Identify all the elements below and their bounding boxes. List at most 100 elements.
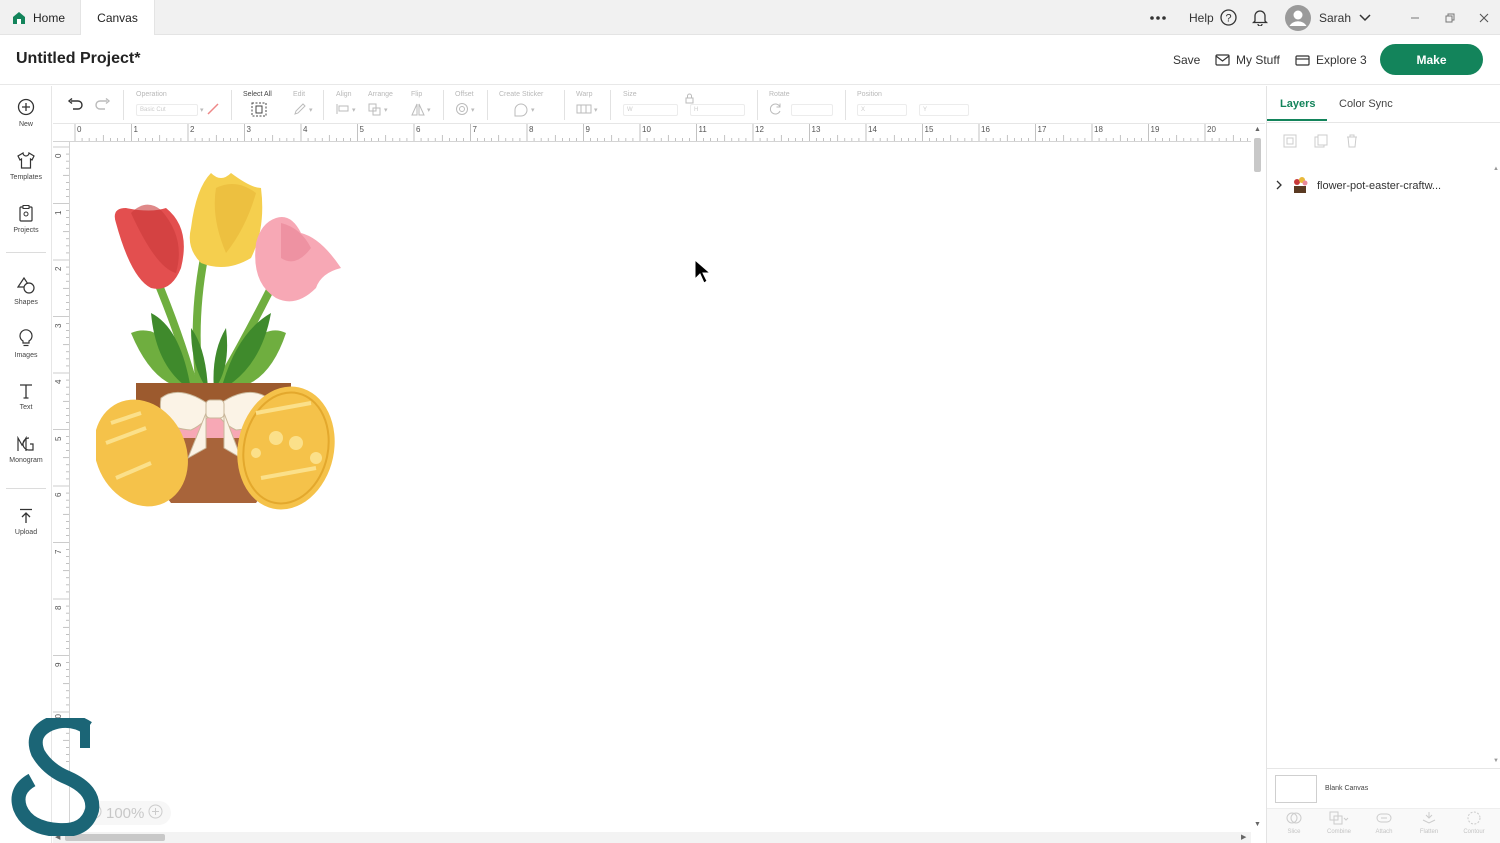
- more-options-icon[interactable]: [1149, 0, 1167, 35]
- help-label: Help: [1189, 10, 1214, 25]
- attach-button[interactable]: Attach: [1364, 811, 1404, 835]
- combine-button[interactable]: Combine: [1319, 811, 1359, 835]
- operation-select[interactable]: Basic Cut: [136, 104, 198, 116]
- ruler-label: 19: [1150, 125, 1160, 134]
- height-input[interactable]: H: [690, 104, 745, 116]
- arrange-button[interactable]: Arrange ▾: [368, 86, 404, 124]
- zoom-in-icon[interactable]: [148, 804, 163, 823]
- scroll-right-icon[interactable]: ▶: [1241, 833, 1246, 841]
- scroll-down-icon[interactable]: ▼: [1254, 821, 1261, 828]
- horizontal-ruler: 0 1 2 3 4 5 6 7 8 9 10 11 12 13 14 15 16 17 18 19 20: [53, 124, 1253, 142]
- warp-label: Warp: [576, 91, 593, 98]
- ruler-label: 4: [54, 379, 63, 384]
- bell-icon[interactable]: [1252, 0, 1268, 35]
- y-input[interactable]: Y: [919, 104, 969, 116]
- scroll-down-icon[interactable]: ▼: [1493, 758, 1499, 764]
- tab-canvas[interactable]: Canvas: [80, 0, 155, 35]
- sidebar-item-templates[interactable]: Templates: [0, 141, 52, 191]
- duplicate-icon[interactable]: [1314, 134, 1328, 153]
- mouse-cursor-icon: [694, 259, 712, 284]
- width-input[interactable]: W: [623, 104, 678, 116]
- my-stuff-label: My Stuff: [1236, 53, 1280, 67]
- tab-canvas-label: Canvas: [97, 10, 138, 25]
- scroll-up-icon[interactable]: ▲: [1493, 166, 1499, 172]
- create-sticker-label: Create Sticker: [499, 91, 544, 98]
- help-button[interactable]: Help ?: [1189, 0, 1237, 35]
- rotate-group: Rotate: [769, 86, 849, 124]
- size-group: Size W H: [623, 86, 745, 124]
- home-icon: [12, 11, 26, 25]
- shapes-icon: [16, 276, 35, 296]
- blank-canvas-row[interactable]: Blank Canvas: [1267, 768, 1500, 808]
- sidebar-item-text[interactable]: Text: [0, 372, 52, 422]
- save-button[interactable]: Save: [1173, 35, 1200, 85]
- ruler-label: 11: [698, 125, 707, 134]
- tab-layers[interactable]: Layers: [1280, 86, 1315, 122]
- tool-label: Slice: [1287, 829, 1301, 835]
- svg-text:?: ?: [1225, 13, 1231, 25]
- size-label: Size: [623, 91, 637, 98]
- group-icon[interactable]: [1283, 134, 1297, 153]
- align-button[interactable]: Align ▾: [336, 86, 366, 124]
- create-sticker-button[interactable]: Create Sticker ▾: [499, 86, 557, 124]
- edit-button[interactable]: Edit ▾: [293, 86, 323, 124]
- sidebar-item-images[interactable]: Images: [0, 319, 52, 369]
- ruler-label: 0: [77, 125, 82, 134]
- close-icon[interactable]: [1479, 0, 1489, 35]
- sidebar-item-shapes[interactable]: Shapes: [0, 266, 52, 316]
- minimize-icon[interactable]: [1410, 0, 1420, 35]
- ruler-label: 3: [54, 323, 63, 328]
- sidebar-item-monogram[interactable]: Monogram: [0, 425, 52, 475]
- machine-selector[interactable]: Explore 3: [1295, 35, 1367, 85]
- arrange-label: Arrange: [368, 91, 393, 98]
- canvas-swatch[interactable]: [1275, 774, 1317, 803]
- sidebar-item-new[interactable]: New: [0, 88, 52, 138]
- toolbar-divider: [487, 90, 488, 120]
- flower-pot-image[interactable]: [96, 168, 346, 513]
- operation-group[interactable]: Operation Basic Cut ▾: [136, 86, 226, 124]
- watermark-logo: [11, 718, 100, 836]
- offset-button[interactable]: Offset ▾: [455, 86, 485, 124]
- toolbar-divider: [610, 90, 611, 120]
- delete-icon[interactable]: [1345, 134, 1359, 153]
- flip-button[interactable]: Flip ▾: [411, 86, 441, 124]
- scroll-up-icon[interactable]: ▲: [1254, 126, 1261, 133]
- sidebar-item-upload[interactable]: Upload: [0, 497, 52, 547]
- select-all-button[interactable]: Select All: [243, 86, 283, 124]
- pencil-icon: [293, 102, 307, 118]
- sidebar-divider: [6, 488, 46, 489]
- horizontal-scrollbar[interactable]: ◀ ▶: [53, 832, 1251, 843]
- x-input[interactable]: X: [857, 104, 907, 116]
- contour-button[interactable]: Contour: [1454, 811, 1494, 835]
- design-canvas[interactable]: [71, 143, 1251, 833]
- project-title[interactable]: Untitled Project*: [16, 50, 140, 68]
- redo-icon[interactable]: [95, 86, 111, 124]
- slice-button[interactable]: Slice: [1274, 811, 1314, 835]
- tool-label: Contour: [1463, 829, 1485, 835]
- flatten-button[interactable]: Flatten: [1409, 811, 1449, 835]
- sidebar-item-label: Shapes: [14, 298, 38, 306]
- warp-icon: [576, 103, 592, 117]
- machine-icon: [1295, 54, 1310, 66]
- rotate-input[interactable]: [791, 104, 833, 116]
- layer-item[interactable]: flower-pot-easter-craftw...: [1275, 176, 1490, 196]
- active-tab-indicator: [1267, 119, 1327, 121]
- tool-label: Flatten: [1419, 829, 1439, 835]
- tab-color-sync[interactable]: Color Sync: [1339, 86, 1393, 122]
- make-button[interactable]: Make: [1380, 44, 1483, 75]
- user-menu[interactable]: Sarah: [1285, 0, 1371, 35]
- restore-icon[interactable]: [1445, 0, 1455, 35]
- ruler-label: 0: [54, 153, 63, 158]
- scroll-thumb[interactable]: [1254, 138, 1261, 172]
- pen-color-icon[interactable]: [206, 102, 220, 118]
- chevron-right-icon[interactable]: [1275, 180, 1283, 193]
- lightbulb-icon: [19, 329, 33, 349]
- undo-icon[interactable]: [67, 86, 83, 124]
- ruler-label: 10: [642, 125, 651, 134]
- ruler-label: 14: [868, 125, 877, 134]
- warp-button[interactable]: Warp ▾: [576, 86, 606, 124]
- my-stuff-button[interactable]: My Stuff: [1215, 35, 1280, 85]
- vertical-scrollbar[interactable]: ▲ ▼: [1251, 124, 1264, 832]
- tab-home[interactable]: Home: [10, 0, 80, 35]
- sidebar-item-projects[interactable]: Projects: [0, 194, 52, 244]
